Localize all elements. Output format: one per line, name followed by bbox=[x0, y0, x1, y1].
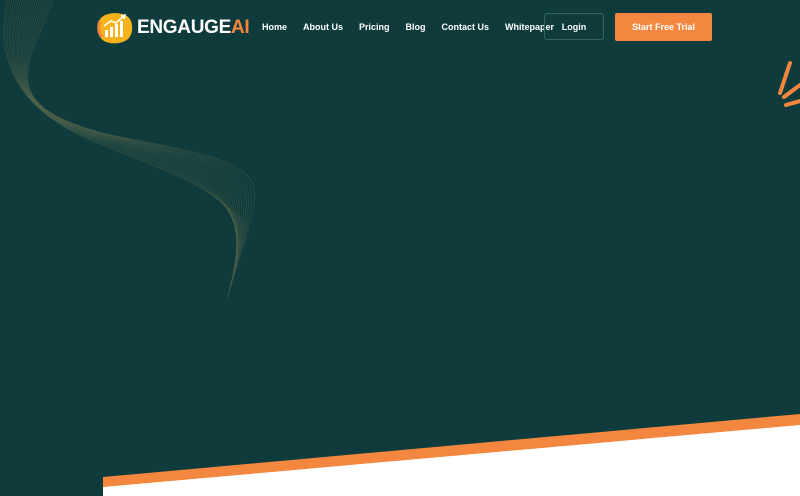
bar-chart-growth-icon bbox=[97, 13, 133, 44]
hero-section bbox=[0, 0, 800, 496]
nav-link-about-us[interactable]: About Us bbox=[303, 20, 343, 34]
main-nav: Home About Us Pricing Blog Contact Us Wh… bbox=[262, 20, 570, 34]
hero-bottom-divider bbox=[103, 414, 800, 496]
brand-name-accent: AI bbox=[230, 17, 250, 38]
nav-link-blog[interactable]: Blog bbox=[406, 20, 426, 34]
nav-link-home[interactable]: Home bbox=[262, 20, 287, 34]
start-free-trial-button[interactable]: Start Free Trial bbox=[615, 13, 712, 41]
top-navbar: ENGAUGEAI Home About Us Pricing Blog Con… bbox=[0, 0, 800, 56]
brand-name: ENGAUGEAI bbox=[137, 11, 250, 45]
brand-logo[interactable]: ENGAUGEAI bbox=[94, 11, 250, 45]
login-button[interactable]: Login bbox=[544, 13, 604, 40]
nav-link-contact-us[interactable]: Contact Us bbox=[442, 20, 490, 34]
rays-icon bbox=[778, 61, 800, 107]
nav-link-pricing[interactable]: Pricing bbox=[359, 20, 390, 34]
brand-name-main: ENGAUGE bbox=[137, 17, 231, 38]
white-page-area bbox=[103, 425, 800, 496]
